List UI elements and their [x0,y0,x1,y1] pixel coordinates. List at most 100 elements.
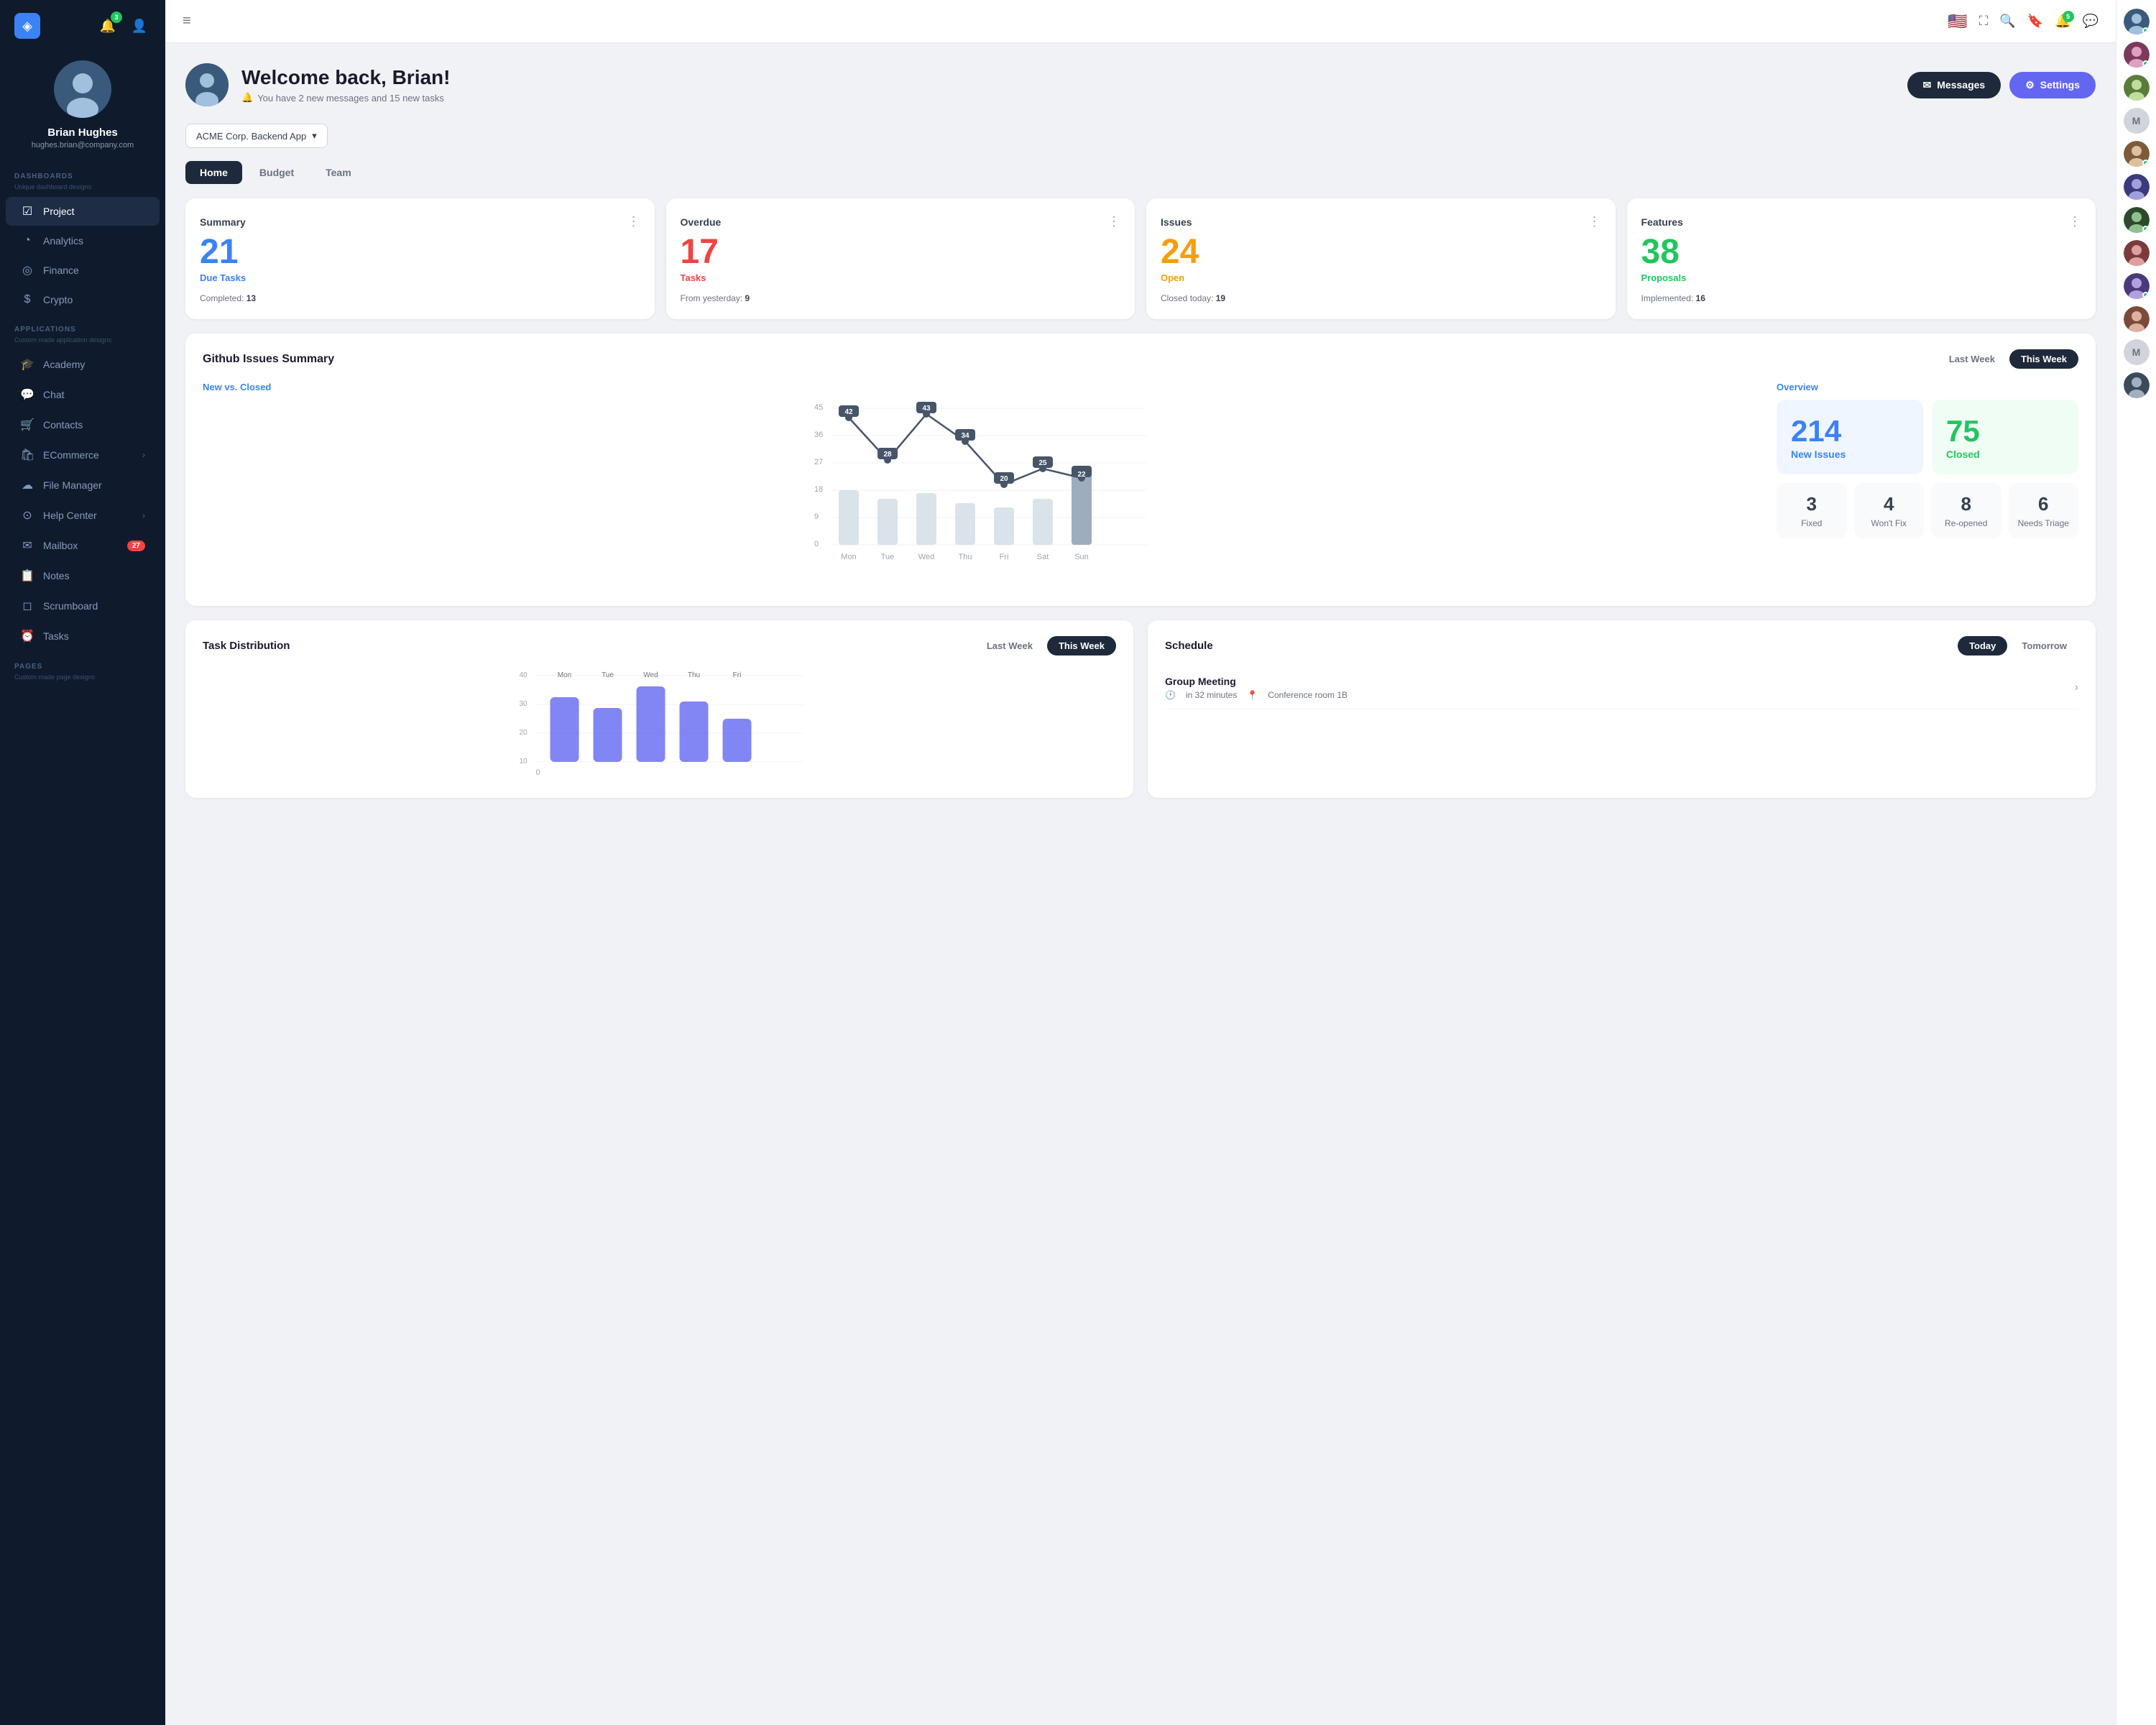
svg-text:Tue: Tue [881,553,895,561]
sidebar-item-label: Notes [43,570,70,581]
stat-cards: Summary ⋮ 21 Due Tasks Completed: 13 Ove… [185,198,2096,319]
right-avatar-10[interactable] [2124,306,2150,332]
issues-title: Issues [1161,216,1192,228]
triage-label: Needs Triage [2018,518,2069,528]
today-button[interactable]: Today [1958,636,2007,656]
overdue-menu-icon[interactable]: ⋮ [1107,214,1120,229]
sidebar-item-crypto[interactable]: $ Crypto [6,286,160,313]
overdue-number: 17 [681,235,1121,270]
task-last-week-button[interactable]: Last Week [975,636,1044,656]
svg-text:10: 10 [520,758,528,765]
sidebar-item-mailbox[interactable]: ✉ Mailbox 27 [6,531,160,560]
sidebar-item-tasks[interactable]: ⏰ Tasks [6,622,160,650]
tab-budget[interactable]: Budget [245,161,308,184]
svg-text:28: 28 [883,451,892,459]
mailbox-icon: ✉ [20,538,34,553]
chat-icon[interactable]: 💬 [2083,14,2099,29]
stat-card-overdue: Overdue ⋮ 17 Tasks From yesterday: 9 [666,198,1135,319]
issues-menu-icon[interactable]: ⋮ [1588,214,1601,229]
search-icon[interactable]: 🔍 [1999,14,2015,29]
sidebar-item-helpcenter[interactable]: ⊙ Help Center › [6,501,160,530]
right-avatar-7[interactable] [2124,207,2150,233]
right-avatar-12[interactable] [2124,372,2150,398]
svg-text:Mon: Mon [558,671,571,679]
flag-icon[interactable]: 🇺🇸 [1948,12,1967,31]
overview-label: Overview [1777,382,2078,392]
fixed-card: 3 Fixed [1777,483,1847,538]
event-location: Conference room 1B [1268,690,1348,700]
sidebar-item-label: Help Center [43,510,97,521]
chat-icon: 💬 [20,387,34,402]
right-avatar-6[interactable] [2124,174,2150,200]
notification-bell-button[interactable]: 🔔 3 [96,14,119,37]
crypto-icon: $ [20,293,34,306]
tomorrow-button[interactable]: Tomorrow [2010,636,2078,656]
last-week-button[interactable]: Last Week [1938,349,2007,369]
fullscreen-icon[interactable]: ⛶ [1979,14,1989,29]
sidebar-item-finance[interactable]: ◎ Finance [6,256,160,285]
user-circle-button[interactable]: 👤 [128,14,151,37]
topbar-actions: 🇺🇸 ⛶ 🔍 🔖 🔔 5 💬 [1948,12,2099,31]
svg-text:Wed: Wed [918,553,934,561]
svg-text:Sun: Sun [1074,553,1089,561]
sidebar-item-filemanager[interactable]: ☁ File Manager [6,471,160,500]
sidebar-profile: Brian Hughes hughes.brian@company.com [0,46,165,161]
location-icon: 📍 [1247,690,1258,700]
tab-team[interactable]: Team [311,161,366,184]
online-dot [2142,160,2149,166]
sidebar-item-project[interactable]: ☑ Project [6,197,160,226]
this-week-button[interactable]: This Week [2009,349,2078,369]
messages-button[interactable]: ✉ Messages [1907,72,2001,98]
welcome-avatar [185,63,229,106]
chevron-down-icon: ▾ [312,130,317,142]
sidebar-item-academy[interactable]: 🎓 Academy [6,350,160,379]
features-menu-icon[interactable]: ⋮ [2068,214,2081,229]
profile-email: hughes.brian@company.com [32,141,134,150]
sidebar-item-ecommerce[interactable]: 🛍 ECommerce › [6,441,160,469]
task-dist-title: Task Distribution [203,640,290,652]
summary-menu-icon[interactable]: ⋮ [627,214,640,229]
event-chevron-icon[interactable]: › [2075,681,2078,694]
task-bar-chart: 40 30 20 10 Mon [203,667,1116,782]
svg-text:Fri: Fri [733,671,742,679]
reopened-card: 8 Re-opened [1931,483,2001,538]
app-selector[interactable]: ACME Corp. Backend App ▾ [185,124,328,148]
tab-home[interactable]: Home [185,161,242,184]
svg-text:45: 45 [814,403,823,412]
svg-text:Thu: Thu [688,671,700,679]
task-this-week-button[interactable]: This Week [1047,636,1116,656]
sidebar-item-chat[interactable]: 💬 Chat [6,380,160,409]
github-chart-svg: 45 36 27 18 9 0 [203,400,1759,586]
right-avatar-4[interactable]: M [2124,108,2150,134]
summary-title: Summary [200,216,246,228]
envelope-icon: ✉ [1923,79,1932,91]
filemanager-icon: ☁ [20,478,34,492]
sidebar-item-label: ECommerce [43,449,99,461]
sidebar-item-scrumboard[interactable]: ◻ Scrumboard [6,592,160,620]
sidebar-item-contacts[interactable]: 🛒 Contacts [6,410,160,439]
sidebar-item-notes[interactable]: 📋 Notes [6,561,160,590]
settings-button[interactable]: ⚙ Settings [2009,72,2096,98]
clock-icon: 🕐 [1165,690,1176,700]
right-avatar-2[interactable] [2124,42,2150,68]
reopened-label: Re-opened [1945,518,1987,528]
triage-card: 6 Needs Triage [2009,483,2079,538]
right-avatar-5[interactable] [2124,141,2150,167]
svg-text:43: 43 [922,405,931,413]
right-avatar-1[interactable] [2124,9,2150,34]
new-issues-card: 214 New Issues [1777,400,1923,474]
welcome-left: Welcome back, Brian! 🔔 You have 2 new me… [185,63,450,106]
sidebar-item-analytics[interactable]: ◔ Analytics [6,227,160,254]
hamburger-menu-button[interactable]: ≡ [183,13,191,29]
app-logo[interactable]: ◈ [14,13,40,39]
sidebar-item-label: Mailbox [43,540,78,551]
right-avatar-8[interactable] [2124,240,2150,266]
notification-icon[interactable]: 🔔 5 [2055,14,2070,29]
bookmark-icon[interactable]: 🔖 [2027,14,2043,29]
right-avatar-9[interactable] [2124,273,2150,299]
right-avatar-3[interactable] [2124,75,2150,101]
bell-icon: 🔔 [241,92,253,104]
closed-number: 75 [1946,414,1980,448]
right-avatar-11[interactable]: M [2124,339,2150,365]
event-meta: 🕐 in 32 minutes 📍 Conference room 1B [1165,690,1348,700]
